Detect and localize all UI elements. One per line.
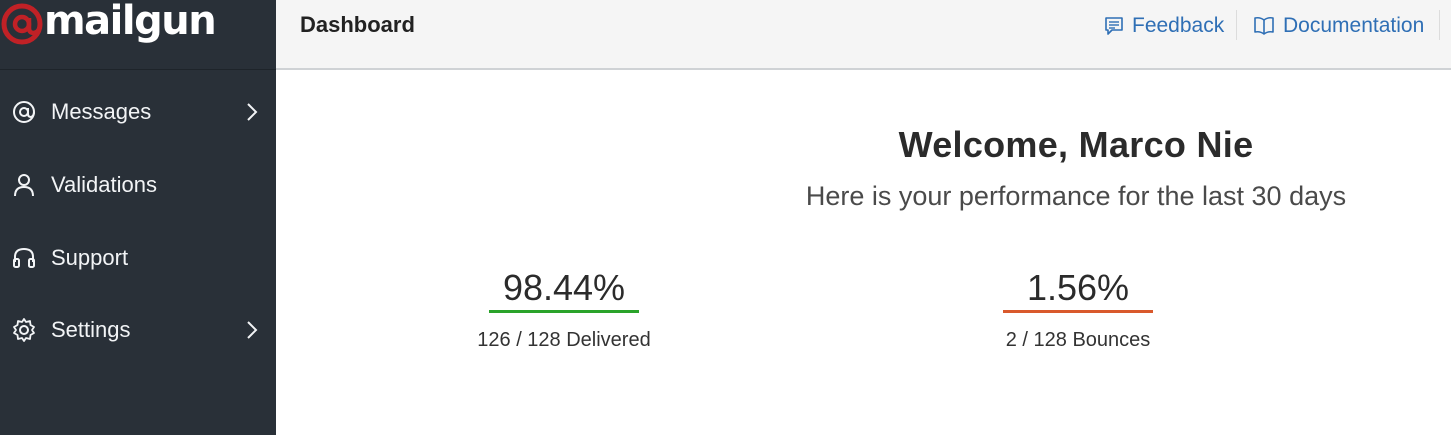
sidebar-item-label: Validations — [51, 172, 157, 197]
header-divider — [1439, 10, 1440, 40]
welcome-title: Welcome, Marco Nie — [898, 124, 1254, 165]
chevron-right-icon — [247, 103, 258, 121]
chevron-right-icon — [247, 321, 258, 339]
bounces-underline — [1003, 310, 1153, 313]
sidebar-item-label: Settings — [51, 317, 131, 342]
documentation-label: Documentation — [1283, 14, 1425, 37]
at-icon — [13, 101, 35, 123]
sidebar: mailgun Messages Validations Support Set… — [0, 0, 276, 435]
top-header: Dashboard Feedback Documentation — [276, 0, 1451, 70]
delivered-count-label: 126 / 128 Delivered — [477, 329, 651, 351]
mailgun-logo[interactable]: mailgun — [0, 0, 276, 70]
sidebar-item-messages[interactable]: Messages — [0, 82, 276, 142]
gear-icon — [13, 318, 35, 342]
feedback-icon — [1105, 17, 1123, 35]
delivered-stat: 98.44% 126 / 128 Delivered — [454, 268, 674, 352]
header-divider — [1236, 10, 1237, 40]
documentation-link[interactable]: Documentation — [1253, 12, 1424, 40]
logo-text: mailgun — [44, 0, 217, 44]
delivered-percentage: 98.44% — [502, 267, 626, 308]
book-icon — [1254, 16, 1274, 35]
sidebar-item-label: Messages — [51, 99, 152, 124]
feedback-label: Feedback — [1132, 14, 1225, 37]
welcome-subtitle: Here is your performance for the last 30… — [805, 181, 1347, 211]
bounces-stat: 1.56% 2 / 128 Bounces — [968, 268, 1188, 352]
user-icon — [14, 174, 34, 197]
sidebar-item-settings[interactable]: Settings — [0, 300, 276, 360]
headset-icon — [13, 247, 35, 268]
delivered-underline — [489, 310, 639, 313]
page-title: Dashboard — [300, 12, 415, 37]
sidebar-item-validations[interactable]: Validations — [0, 155, 276, 215]
sidebar-item-label: Support — [51, 245, 129, 270]
bounces-percentage: 1.56% — [1026, 267, 1130, 308]
sidebar-item-support[interactable]: Support — [0, 228, 276, 288]
bounces-count-label: 2 / 128 Bounces — [1005, 329, 1151, 351]
feedback-link[interactable]: Feedback — [1104, 12, 1224, 40]
mailgun-at-logo-icon — [1, 3, 43, 45]
